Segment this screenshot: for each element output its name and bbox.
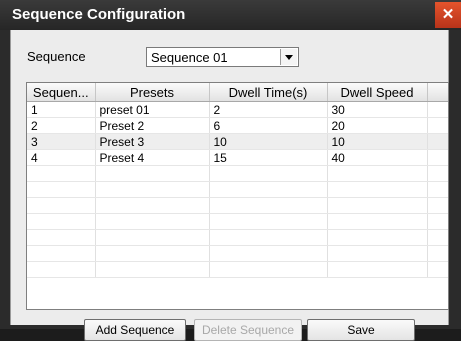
empty-cell: [209, 165, 328, 182]
cell-preset: Preset 4: [95, 149, 210, 166]
cell-dwell-speed: 40: [327, 149, 428, 166]
empty-cell: [427, 197, 448, 214]
empty-cell: [327, 213, 428, 230]
dialog-content: Sequence Sequence 01 Sequen... Presets D…: [10, 30, 449, 341]
column-header-presets[interactable]: Presets: [95, 83, 210, 102]
table-row[interactable]: 1 preset 01 2 30: [27, 101, 448, 118]
empty-table-row: [27, 165, 448, 182]
table-row-selected[interactable]: 3 Preset 3 10 10: [27, 133, 448, 150]
empty-cell: [327, 245, 428, 262]
empty-cell: [27, 197, 96, 214]
empty-table-row: [27, 213, 448, 230]
cell-preset: Preset 2: [95, 117, 210, 134]
cell-filler: [427, 133, 448, 150]
cell-dwell-speed: 20: [327, 117, 428, 134]
empty-cell: [95, 261, 210, 278]
empty-table-row: [27, 181, 448, 198]
empty-cell: [209, 245, 328, 262]
empty-cell: [95, 181, 210, 198]
column-header-dwell-speed[interactable]: Dwell Speed: [327, 83, 428, 102]
cell-preset: preset 01: [95, 101, 210, 118]
sequence-label: Sequence: [27, 49, 86, 64]
cell-filler: [427, 117, 448, 134]
add-sequence-button[interactable]: Add Sequence: [84, 319, 186, 341]
empty-cell: [95, 165, 210, 182]
cell-dwell-time: 6: [209, 117, 328, 134]
sequence-table: Sequen... Presets Dwell Time(s) Dwell Sp…: [26, 82, 449, 310]
empty-cell: [209, 213, 328, 230]
empty-cell: [95, 229, 210, 246]
empty-cell: [427, 245, 448, 262]
cell-preset: Preset 3: [95, 133, 210, 150]
empty-cell: [95, 197, 210, 214]
cell-sequence: 2: [27, 117, 96, 134]
empty-cell: [27, 229, 96, 246]
cell-filler: [427, 101, 448, 118]
dialog-title: Sequence Configuration: [12, 6, 186, 23]
sequence-select-value: Sequence 01: [151, 50, 228, 65]
empty-cell: [327, 197, 428, 214]
empty-cell: [209, 261, 328, 278]
empty-table-row: [27, 245, 448, 262]
close-button[interactable]: ✕: [435, 2, 461, 28]
cell-sequence: 4: [27, 149, 96, 166]
column-header-filler: [427, 83, 448, 102]
empty-cell: [209, 229, 328, 246]
empty-cell: [27, 181, 96, 198]
empty-cell: [327, 261, 428, 278]
cell-dwell-speed: 10: [327, 133, 428, 150]
cell-dwell-speed: 30: [327, 101, 428, 118]
save-button[interactable]: Save: [307, 319, 415, 341]
column-header-dwell-time[interactable]: Dwell Time(s): [209, 83, 328, 102]
cell-sequence: 1: [27, 101, 96, 118]
sequence-configuration-dialog: Sequence Configuration ✕ Sequence Sequen…: [0, 0, 461, 341]
cell-dwell-time: 10: [209, 133, 328, 150]
empty-cell: [27, 213, 96, 230]
empty-cell: [427, 181, 448, 198]
cell-sequence: 3: [27, 133, 96, 150]
empty-cell: [95, 245, 210, 262]
close-icon: ✕: [441, 6, 455, 23]
empty-cell: [427, 229, 448, 246]
empty-cell: [327, 181, 428, 198]
table-row[interactable]: 2 Preset 2 6 20: [27, 117, 448, 134]
empty-cell: [27, 261, 96, 278]
empty-table-row: [27, 197, 448, 214]
delete-sequence-button[interactable]: Delete Sequence: [194, 319, 302, 341]
empty-table-row: [27, 229, 448, 246]
chevron-down-icon[interactable]: [280, 49, 297, 65]
empty-table-row: [27, 261, 448, 278]
empty-cell: [427, 165, 448, 182]
cell-filler: [427, 149, 448, 166]
table-row[interactable]: 4 Preset 4 15 40: [27, 149, 448, 166]
empty-cell: [95, 213, 210, 230]
cell-dwell-time: 15: [209, 149, 328, 166]
table-header-row: Sequen... Presets Dwell Time(s) Dwell Sp…: [27, 83, 448, 102]
empty-cell: [209, 181, 328, 198]
column-header-sequence[interactable]: Sequen...: [27, 83, 96, 102]
cell-dwell-time: 2: [209, 101, 328, 118]
sequence-select[interactable]: Sequence 01: [146, 47, 299, 67]
empty-cell: [27, 165, 96, 182]
titlebar[interactable]: Sequence Configuration ✕: [0, 0, 461, 30]
empty-cell: [427, 213, 448, 230]
empty-cell: [327, 229, 428, 246]
empty-cell: [327, 165, 428, 182]
empty-cell: [27, 245, 96, 262]
empty-cell: [209, 197, 328, 214]
empty-cell: [427, 261, 448, 278]
